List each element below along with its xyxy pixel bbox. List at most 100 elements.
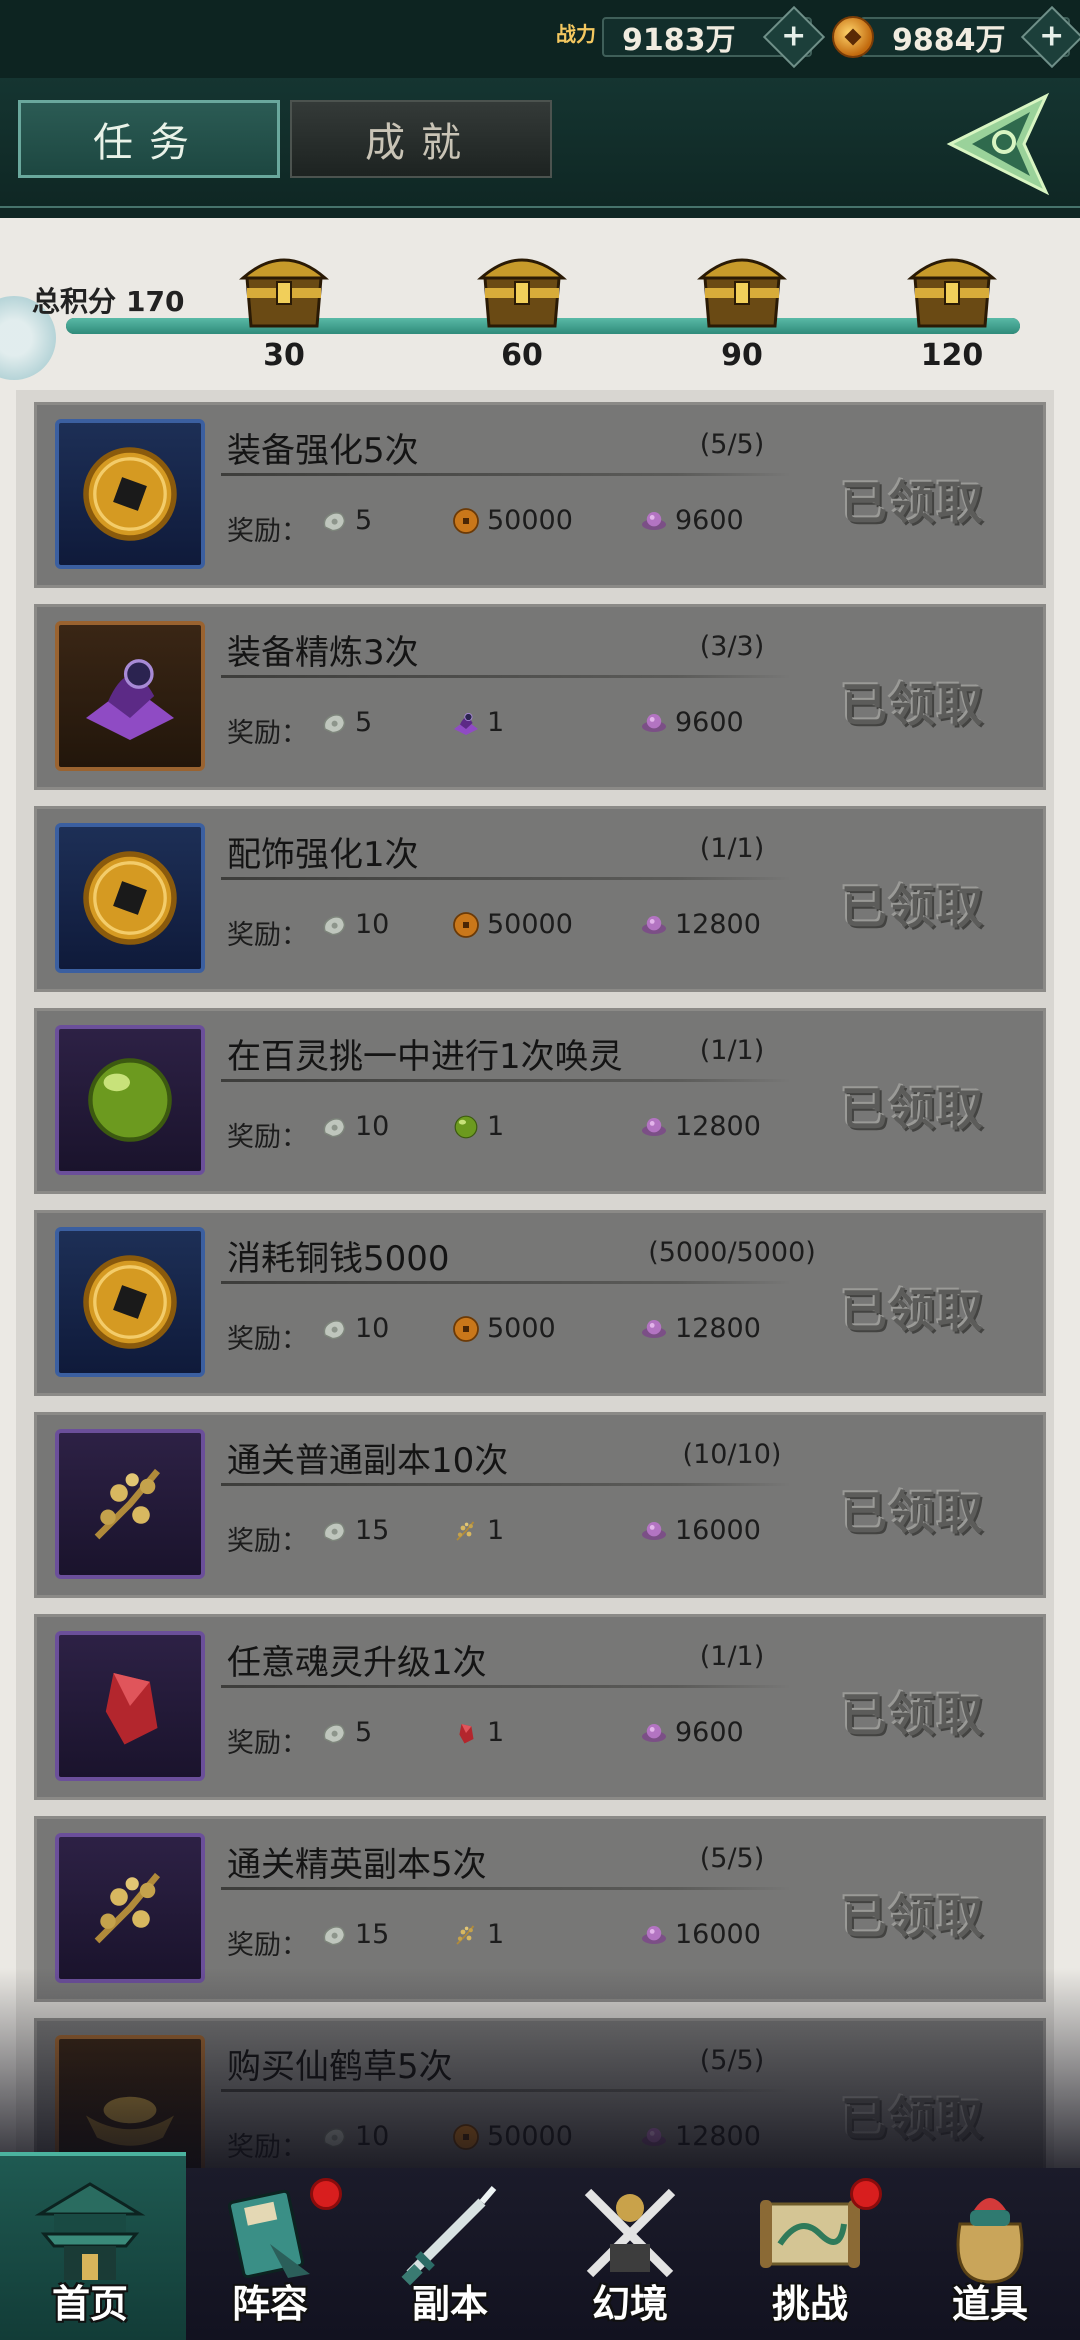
task-divider — [221, 675, 791, 678]
task-list[interactable]: 装备强化5次 (5/5) 奖励： 5 50000 9600 已领取 装备精炼3次 (3/… — [16, 390, 1054, 2168]
reward-label: 奖励： — [227, 920, 308, 951]
nav-label: 幻境 — [591, 2281, 668, 2326]
back-arrow-icon[interactable] — [942, 92, 1054, 196]
copper-coin-icon — [83, 447, 177, 541]
task-row[interactable]: 装备强化5次 (5/5) 奖励： 5 50000 9600 已领取 — [34, 402, 1046, 588]
jade-icon — [323, 1723, 346, 1743]
reward-amount: 16000 — [675, 1515, 761, 1546]
spirit-gem-icon — [642, 1925, 666, 1944]
copper-coin-icon — [83, 1255, 177, 1349]
tab-achievements[interactable]: 成就 — [290, 100, 552, 178]
reward-item: 15 — [317, 1515, 389, 1546]
spirit-gem-icon — [642, 511, 666, 530]
refine-stone-icon — [86, 659, 174, 740]
coin-icon — [832, 16, 874, 58]
reward-item: 5 — [317, 1717, 372, 1748]
add-power-button[interactable]: + — [762, 5, 826, 69]
reward-item: 10 — [317, 1313, 389, 1344]
milestone-chest-icon[interactable] — [239, 248, 329, 330]
nav-item-illusion[interactable]: 幻境 — [540, 2168, 720, 2340]
task-title: 通关普通副本10次 — [227, 1441, 509, 1481]
combat-power-value: 9183万 — [622, 23, 736, 58]
claimed-status: 已领取 — [841, 1890, 985, 1944]
herb-icon — [94, 1468, 161, 1540]
nav-item-challenge[interactable]: 挑战 — [720, 2168, 900, 2340]
bottom-fade — [0, 1968, 1080, 2168]
task-divider — [221, 877, 791, 880]
reward-amount: 50000 — [487, 505, 573, 536]
reward-item: 16000 — [637, 1515, 761, 1546]
reward-label: 奖励： — [227, 718, 308, 749]
task-progress-count: (3/3) — [699, 631, 765, 662]
task-row[interactable]: 消耗铜钱5000 (5000/5000) 奖励： 10 5000 12800 已领取 — [34, 1210, 1046, 1396]
refine-stone-icon — [454, 712, 478, 735]
task-panel: 总积分 170 30 60 90 120 装备强化5次 (5/5) 奖励： 5 50000 … — [0, 218, 1080, 2168]
reward-label: 奖励： — [227, 516, 308, 547]
tab-tasks[interactable]: 任务 — [18, 100, 280, 178]
milestone-chest-icon[interactable] — [907, 248, 997, 330]
task-row[interactable]: 装备精炼3次 (3/3) 奖励： 5 1 9600 已领取 — [34, 604, 1046, 790]
task-row[interactable]: 任意魂灵升级1次 (1/1) 奖励： 5 1 9600 已领取 — [34, 1614, 1046, 1800]
task-progress-count: (10/10) — [682, 1439, 782, 1470]
reward-item: 12800 — [637, 1313, 761, 1344]
task-title: 消耗铜钱5000 — [227, 1239, 450, 1279]
reward-label: 奖励： — [227, 1728, 308, 1759]
herb-icon — [456, 1520, 475, 1541]
task-title: 装备精炼3次 — [227, 633, 419, 673]
nav-item-items[interactable]: 道具 — [900, 2168, 1080, 2340]
task-divider — [221, 473, 791, 476]
score-progress: 总积分 170 30 60 90 120 — [0, 218, 1080, 388]
red-crystal-icon — [459, 1723, 474, 1743]
task-item-icon — [55, 419, 205, 569]
task-title: 通关精英副本5次 — [227, 1845, 487, 1885]
task-divider — [221, 1887, 791, 1890]
coin-value: 9884万 — [892, 23, 1006, 58]
task-progress-count: (5000/5000) — [648, 1237, 816, 1268]
reward-item: 16000 — [637, 1919, 761, 1950]
nav-item-home[interactable]: 首页 — [0, 2152, 186, 2340]
coin-icon — [453, 507, 479, 534]
task-progress-count: (5/5) — [699, 1843, 765, 1874]
milestone-chest-icon[interactable] — [697, 248, 787, 330]
notification-dot — [850, 2178, 882, 2210]
herb-icon — [94, 1872, 161, 1944]
milestone-chest-icon[interactable] — [477, 248, 567, 330]
add-coin-button[interactable]: + — [1020, 5, 1080, 69]
reward-label: 奖励： — [227, 1122, 308, 1153]
coin-icon — [453, 1315, 479, 1342]
task-progress-count: (1/1) — [699, 1035, 765, 1066]
reward-label: 奖励： — [227, 1324, 308, 1355]
task-row[interactable]: 在百灵挑一中进行1次唤灵 (1/1) 奖励： 10 1 12800 已领取 — [34, 1008, 1046, 1194]
red-crystal-icon — [105, 1673, 158, 1745]
reward-amount: 15 — [355, 1919, 390, 1950]
reward-amount: 12800 — [675, 909, 761, 940]
combat-power-display: 战力 9183万 + — [556, 5, 826, 69]
reward-label: 奖励： — [227, 1930, 308, 1961]
reward-item: 5 — [317, 707, 372, 738]
copper-coin-icon — [83, 851, 177, 945]
nav-item-dungeon[interactable]: 副本 — [360, 2168, 540, 2340]
nav-label: 阵容 — [231, 2281, 308, 2326]
green-orb-icon — [454, 1115, 478, 1138]
reward-item: 1 — [449, 1919, 504, 1950]
task-title: 配饰强化1次 — [227, 835, 419, 875]
jade-icon — [323, 1925, 346, 1945]
reward-item: 5000 — [449, 1313, 556, 1344]
reward-amount: 9600 — [675, 1717, 744, 1748]
bottom-navigation: 首页 阵容 副本 幻境 挑战 道具 — [0, 2152, 1080, 2340]
task-item-icon — [55, 1833, 205, 1983]
task-item-icon — [55, 1631, 205, 1781]
task-progress-count: (5/5) — [699, 429, 765, 460]
claimed-status: 已领取 — [841, 1082, 985, 1136]
task-row[interactable]: 配饰强化1次 (1/1) 奖励： 10 50000 12800 已领取 — [34, 806, 1046, 992]
notification-dot — [310, 2178, 342, 2210]
reward-amount: 1 — [487, 1111, 505, 1142]
claimed-status: 已领取 — [841, 1284, 985, 1338]
reward-amount: 5000 — [487, 1313, 556, 1344]
milestone-value: 120 — [920, 338, 984, 373]
reward-item: 1 — [449, 1717, 504, 1748]
nav-item-lineup[interactable]: 阵容 — [180, 2168, 360, 2340]
milestone-value: 90 — [721, 338, 763, 373]
reward-label: 奖励： — [227, 1526, 308, 1557]
task-row[interactable]: 通关普通副本10次 (10/10) 奖励： 15 1 16000 已领取 — [34, 1412, 1046, 1598]
